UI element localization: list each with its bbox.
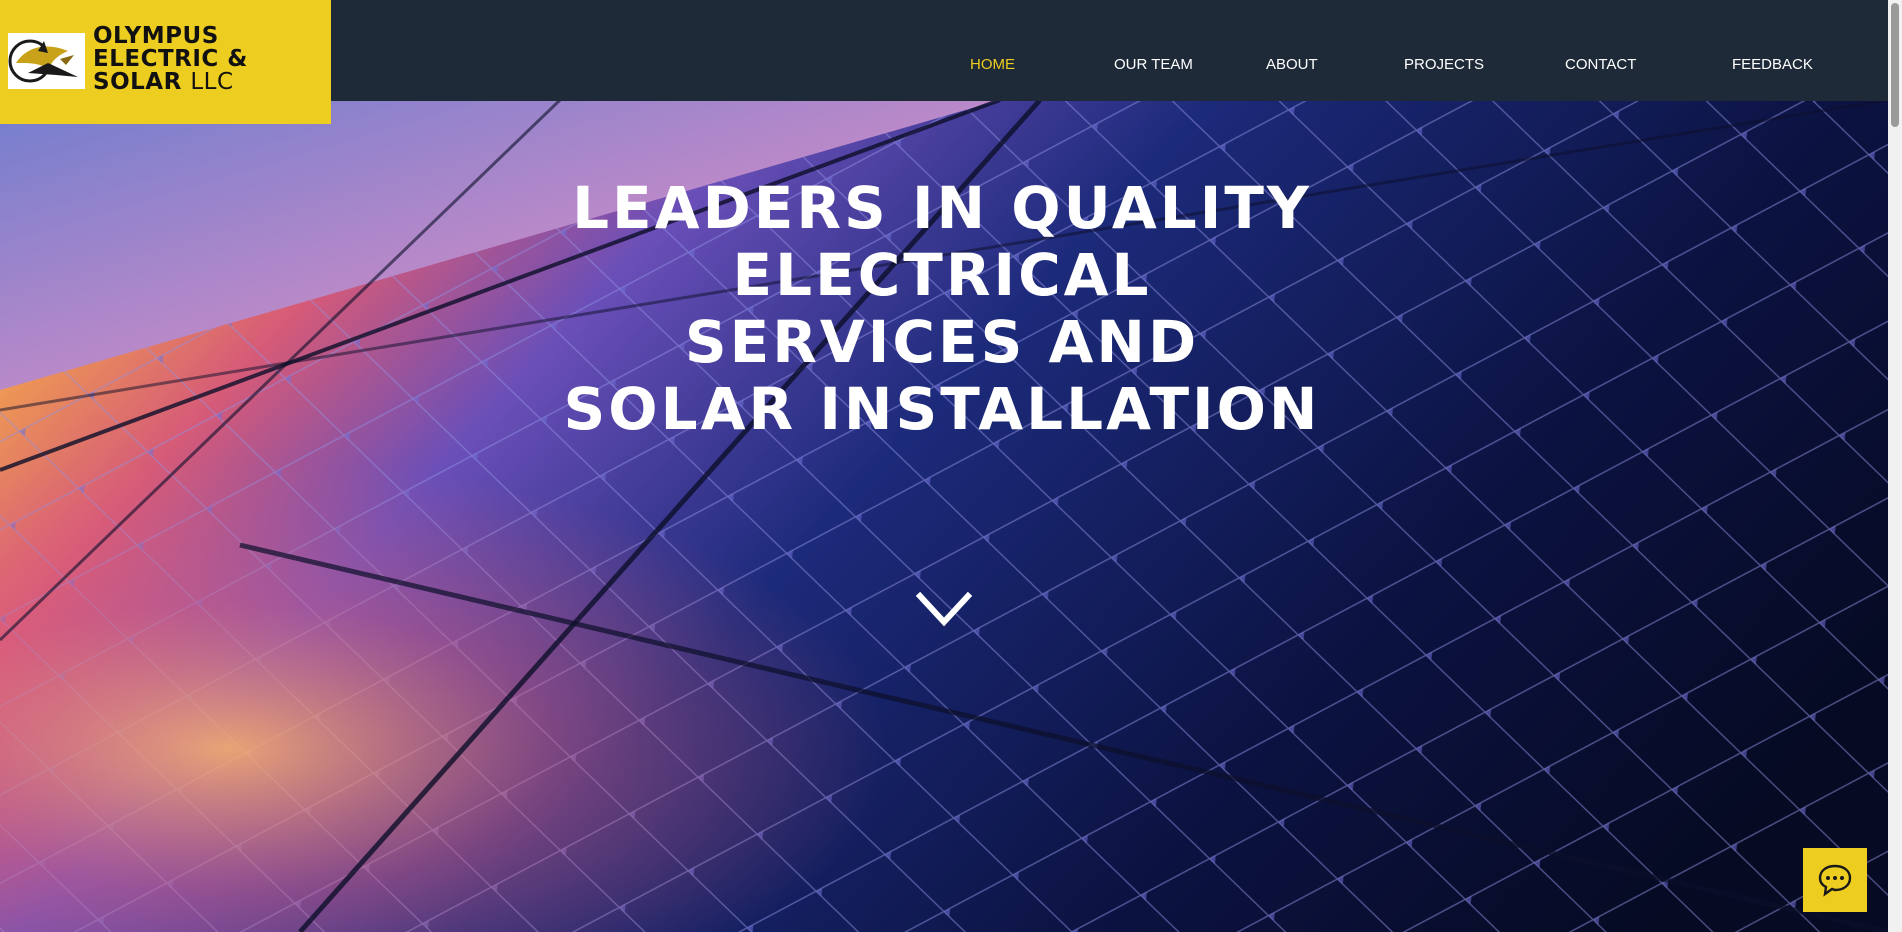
site-logo[interactable]: OLYMPUS ELECTRIC & SOLAR LLC [0,0,331,124]
hero-background [0,0,1888,932]
headline-line-2: ELECTRICAL [732,241,1152,309]
brand-line-1: OLYMPUS [93,23,219,49]
brand-line-2: ELECTRIC & [93,46,248,72]
headline-line-1: LEADERS IN QUALITY [572,174,1312,242]
hero-headline: LEADERS IN QUALITY ELECTRICAL SERVICES A… [564,175,1321,443]
page: HOME OUR TEAM ABOUT PROJECTS CONTACT FEE… [0,0,1902,932]
page-scrollbar[interactable] [1888,0,1902,932]
nav-item-contact[interactable]: CONTACT [1565,56,1636,73]
olympus-emblem-icon [8,33,85,89]
brand-line-3: SOLAR LLC [93,71,248,94]
nav-item-our-team[interactable]: OUR TEAM [1114,56,1193,73]
chevron-down-icon[interactable] [915,591,973,628]
chat-button[interactable] [1803,848,1867,912]
solar-panel-image [0,0,1888,932]
headline-line-4: SOLAR INSTALLATION [563,375,1321,443]
nav-item-projects[interactable]: PROJECTS [1404,56,1484,73]
brand-name: OLYMPUS ELECTRIC & SOLAR LLC [93,25,248,94]
brand-solar: SOLAR [93,69,182,95]
nav-item-about[interactable]: ABOUT [1266,56,1318,73]
nav-item-home[interactable]: HOME [970,56,1015,73]
scrollbar-thumb[interactable] [1891,3,1899,127]
brand-llc: LLC [190,69,234,95]
chat-bubble-icon [1818,864,1852,897]
headline-line-3: SERVICES AND [684,308,1200,376]
nav-item-feedback[interactable]: FEEDBACK [1732,56,1813,73]
